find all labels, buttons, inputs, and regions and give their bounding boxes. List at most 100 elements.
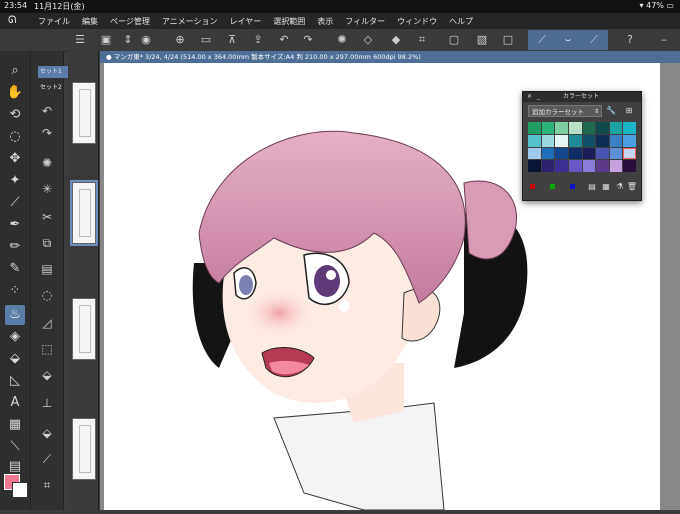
paste-icon[interactable]: ▤ [38,260,56,278]
color-swatch[interactable] [528,160,541,172]
color-swatch[interactable] [609,134,623,147]
gradient-tool-icon[interactable]: ▦ [5,415,25,435]
menu-file[interactable]: ファイル [38,16,70,27]
crop-icon[interactable]: ⌗ [38,476,56,494]
color-swatch[interactable] [541,160,555,172]
color-swatches[interactable] [4,474,28,498]
help-icon[interactable]: ? [622,32,638,48]
add-color-icon[interactable]: ▤ [586,180,598,194]
color-swatch[interactable] [568,147,582,160]
color-swatch[interactable] [555,134,568,147]
loading-icon[interactable]: ✺ [334,32,350,48]
page-thumbnail-selected[interactable] [70,180,98,246]
menu-window[interactable]: ウィンドウ [397,16,437,27]
eyedropper-color-icon[interactable]: ⚗ [614,180,626,194]
color-swatch[interactable] [568,122,582,134]
app-logo-icon[interactable]: ᘏ [8,15,28,27]
lasso-small-icon[interactable]: ◌ [38,286,56,304]
menu-animation[interactable]: アニメーション [162,16,218,27]
color-swatch[interactable] [582,160,596,172]
clear-icon[interactable]: ◇ [360,32,376,48]
magic-wand-icon[interactable]: ✦ [5,171,25,191]
sub-color[interactable] [12,482,28,498]
pencil-tool-icon[interactable]: ✏ [5,237,25,257]
close-icon[interactable]: ✕ [527,92,532,102]
redo-icon[interactable]: ↷ [300,32,316,48]
spinner-icon[interactable]: ✺ [38,154,56,172]
undo-small-icon[interactable]: ↶ [38,102,56,120]
transform-icon[interactable]: ⌗ [414,32,430,48]
cut-icon[interactable]: ✂ [38,208,56,226]
tab-set1[interactable]: セット1 [38,66,68,78]
page-thumbnail[interactable] [72,298,96,360]
add-set-icon[interactable]: ⊞ [623,105,635,117]
color-swatch[interactable] [528,122,541,134]
color-swatch[interactable] [528,134,541,147]
save-icon[interactable]: ⊼ [224,32,240,48]
trash-icon[interactable]: 🗑 [626,180,638,194]
open-folder-icon[interactable]: ▭ [198,32,214,48]
eraser-tool-icon[interactable]: ◈ [5,327,25,347]
wrench-icon[interactable]: 🔧 [605,105,617,117]
eyedropper-icon[interactable]: ⟋ [5,193,25,213]
page-thumbnail[interactable] [72,82,96,144]
color-swatch[interactable] [596,134,609,147]
menu-view[interactable]: 表示 [317,16,333,27]
transform-small-icon[interactable]: ◿ [38,314,56,332]
bucket-icon[interactable]: ⬙ [38,424,56,442]
color-swatch[interactable] [541,122,555,134]
line-small-icon[interactable]: ⟋ [38,450,56,468]
menu-filter[interactable]: フィルター [345,16,385,27]
color-swatch[interactable] [555,147,568,160]
color-swatch[interactable] [623,147,636,160]
canvas-tab[interactable]: ● マンガ東* 3/24, 4/24 (514.00 x 364.00mm 製本… [100,51,680,63]
color-swatch[interactable] [623,160,636,172]
tab-set2[interactable]: セット2 [38,82,68,94]
color-swatch[interactable] [596,122,609,134]
straight-ruler-icon[interactable]: ⟋ [586,32,602,48]
color-swatch[interactable] [582,122,596,134]
line-tool-icon[interactable]: ⟍ [5,437,25,457]
color-swatch[interactable] [609,122,623,134]
brush-tool-icon[interactable]: ✎ [5,259,25,279]
fill-small-icon[interactable]: ⬙ [38,366,56,384]
stamp-icon[interactable]: ⊥ [38,394,56,412]
selection-invert-icon[interactable]: ▧ [474,32,490,48]
color-swatch[interactable] [541,147,555,160]
lasso-tool-icon[interactable]: ◌ [5,127,25,147]
menu-layer[interactable]: レイヤー [230,16,262,27]
pen-tool-icon[interactable]: ✒ [5,215,25,235]
select-rect-icon[interactable]: ⬚ [38,340,56,358]
menu-edit[interactable]: 編集 [82,16,98,27]
minimize-icon[interactable]: _ [537,92,540,102]
curve-ruler-icon[interactable]: ⌣ [560,32,576,48]
color-swatch[interactable] [609,147,623,160]
color-swatch[interactable] [609,160,623,172]
color-swatch[interactable] [555,160,568,172]
color-swatch[interactable] [555,122,568,134]
color-swatch[interactable] [568,134,582,147]
color-swatch[interactable] [528,147,541,160]
color-set-select[interactable]: 追加カラーセット ⇕ [528,105,602,117]
figure-tool-icon[interactable]: ◺ [5,371,25,391]
rotate-tool-icon[interactable]: ⟲ [5,105,25,125]
undo-icon[interactable]: ↶ [276,32,292,48]
color-swatch[interactable] [623,122,636,134]
record-icon[interactable]: ◉ [138,32,154,48]
fill-tool-icon[interactable]: ⬙ [5,349,25,369]
new-file-icon[interactable]: ⊕ [172,32,188,48]
replace-color-icon[interactable]: ▦ [600,180,612,194]
color-swatch[interactable] [568,160,582,172]
menu-selection[interactable]: 選択範囲 [273,16,305,27]
export-icon[interactable]: ⇪ [250,32,266,48]
selection-clear-icon[interactable]: □ [500,32,516,48]
menu-icon[interactable]: ☰ [72,32,88,48]
menu-help[interactable]: ヘルプ [449,16,473,27]
color-swatch[interactable] [623,134,636,147]
hand-tool-icon[interactable]: ✋ [5,83,25,103]
menu-page[interactable]: ページ管理 [110,16,150,27]
color-swatch[interactable] [582,134,596,147]
redo-small-icon[interactable]: ↷ [38,124,56,142]
copy-icon[interactable]: ⧉ [38,234,56,252]
page-thumbnail[interactable] [72,418,96,480]
